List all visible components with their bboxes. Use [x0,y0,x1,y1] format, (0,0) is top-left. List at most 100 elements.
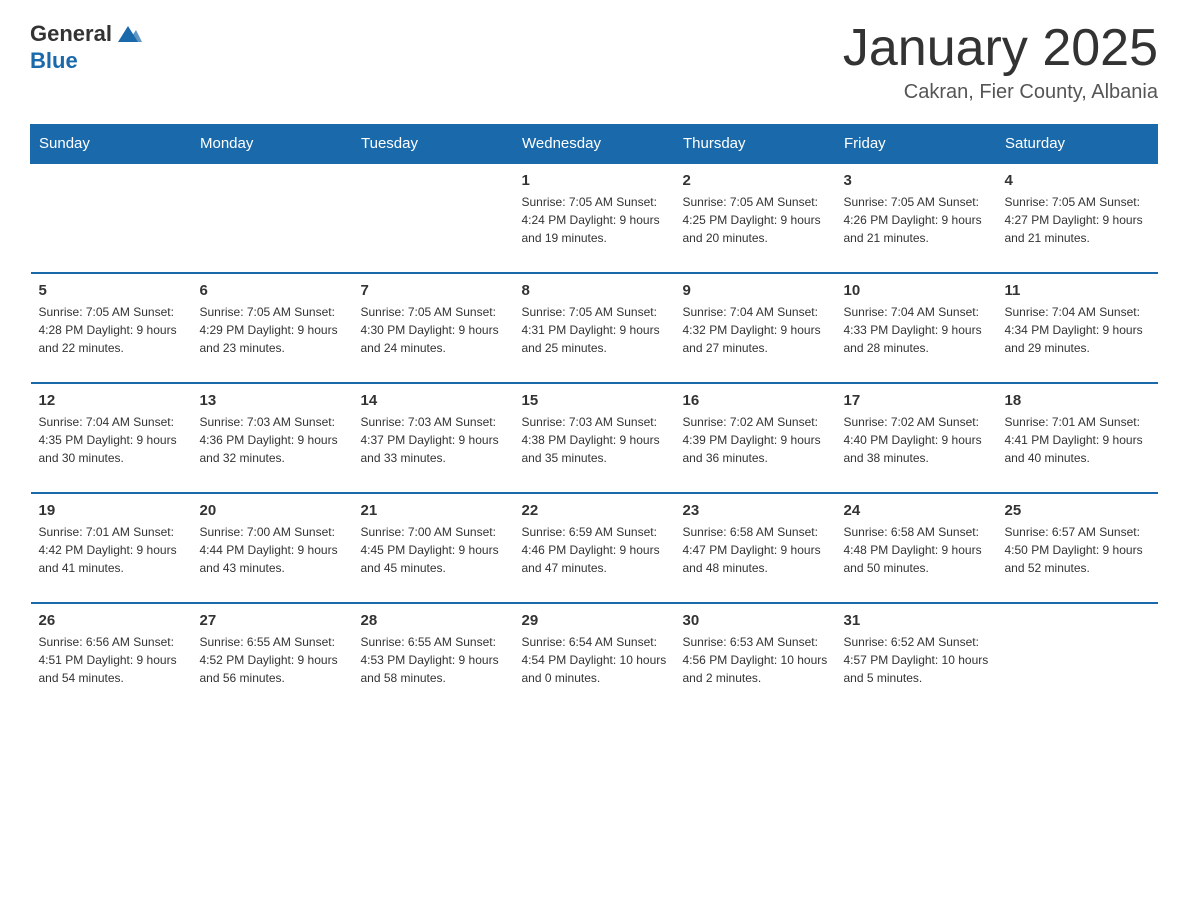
calendar-cell: 6 Sunrise: 7:05 AM Sunset: 4:29 PM Daylig… [192,273,353,383]
day-number: 13 [200,392,345,409]
calendar-cell: 31 Sunrise: 6:52 AM Sunset: 4:57 PM Dayli… [836,603,997,713]
day-number: 3 [844,172,989,189]
calendar-day-header: Tuesday [353,125,514,164]
calendar-day-header: Wednesday [514,125,675,164]
calendar-cell: 16 Sunrise: 7:02 AM Sunset: 4:39 PM Dayli… [675,383,836,493]
day-info: Sunrise: 7:03 AM Sunset: 4:37 PM Dayligh… [361,413,506,467]
day-number: 28 [361,612,506,629]
calendar-cell: 10Sunrise: 7:04 AM Sunset: 4:33 PM Dayli… [836,273,997,383]
day-number: 9 [683,282,828,299]
day-info: Sunrise: 7:05 AM Sunset: 4:24 PM Dayligh… [522,193,667,247]
day-number: 16 [683,392,828,409]
day-info: Sunrise: 6:55 AM Sunset: 4:52 PM Dayligh… [200,633,345,687]
day-info: Sunrise: 7:01 AM Sunset: 4:41 PM Dayligh… [1005,413,1150,467]
calendar-body: 1Sunrise: 7:05 AM Sunset: 4:24 PM Daylig… [31,163,1158,713]
day-info: Sunrise: 7:02 AM Sunset: 4:39 PM Dayligh… [683,413,828,467]
calendar-cell: 29Sunrise: 6:54 AM Sunset: 4:54 PM Dayli… [514,603,675,713]
calendar-cell: 7 Sunrise: 7:05 AM Sunset: 4:30 PM Daylig… [353,273,514,383]
day-number: 10 [844,282,989,299]
logo-blue-text: Blue [30,48,78,74]
title-section: January 2025 Cakran, Fier County, Albani… [843,20,1158,104]
calendar-cell [31,163,192,273]
day-info: Sunrise: 7:05 AM Sunset: 4:31 PM Dayligh… [522,303,667,357]
calendar-cell: 17 Sunrise: 7:02 AM Sunset: 4:40 PM Dayli… [836,383,997,493]
calendar-cell: 12 Sunrise: 7:04 AM Sunset: 4:35 PM Dayli… [31,383,192,493]
day-info: Sunrise: 7:04 AM Sunset: 4:32 PM Dayligh… [683,303,828,357]
day-number: 7 [361,282,506,299]
calendar-cell [353,163,514,273]
day-info: Sunrise: 7:04 AM Sunset: 4:34 PM Dayligh… [1005,303,1150,357]
day-number: 27 [200,612,345,629]
day-number: 23 [683,502,828,519]
calendar-cell: 22 Sunrise: 6:59 AM Sunset: 4:46 PM Dayli… [514,493,675,603]
day-number: 31 [844,612,989,629]
calendar-cell: 9 Sunrise: 7:04 AM Sunset: 4:32 PM Daylig… [675,273,836,383]
subtitle: Cakran, Fier County, Albania [843,81,1158,104]
calendar-week-row: 12 Sunrise: 7:04 AM Sunset: 4:35 PM Dayli… [31,383,1158,493]
calendar-header-row: SundayMondayTuesdayWednesdayThursdayFrid… [31,125,1158,164]
day-info: Sunrise: 7:01 AM Sunset: 4:42 PM Dayligh… [39,523,184,577]
day-info: Sunrise: 7:03 AM Sunset: 4:38 PM Dayligh… [522,413,667,467]
day-info: Sunrise: 7:03 AM Sunset: 4:36 PM Dayligh… [200,413,345,467]
calendar-cell: 15 Sunrise: 7:03 AM Sunset: 4:38 PM Dayli… [514,383,675,493]
day-number: 22 [522,502,667,519]
calendar-cell: 8 Sunrise: 7:05 AM Sunset: 4:31 PM Daylig… [514,273,675,383]
day-info: Sunrise: 6:56 AM Sunset: 4:51 PM Dayligh… [39,633,184,687]
logo-icon [114,20,142,48]
day-info: Sunrise: 6:57 AM Sunset: 4:50 PM Dayligh… [1005,523,1150,577]
calendar-week-row: 19Sunrise: 7:01 AM Sunset: 4:42 PM Dayli… [31,493,1158,603]
day-info: Sunrise: 7:05 AM Sunset: 4:25 PM Dayligh… [683,193,828,247]
day-number: 20 [200,502,345,519]
calendar-day-header: Saturday [997,125,1158,164]
day-info: Sunrise: 6:58 AM Sunset: 4:47 PM Dayligh… [683,523,828,577]
day-number: 8 [522,282,667,299]
day-number: 4 [1005,172,1150,189]
calendar-cell: 28 Sunrise: 6:55 AM Sunset: 4:53 PM Dayli… [353,603,514,713]
calendar-cell: 2Sunrise: 7:05 AM Sunset: 4:25 PM Daylig… [675,163,836,273]
calendar-cell: 20Sunrise: 7:00 AM Sunset: 4:44 PM Dayli… [192,493,353,603]
day-number: 12 [39,392,184,409]
calendar-cell: 26 Sunrise: 6:56 AM Sunset: 4:51 PM Dayli… [31,603,192,713]
day-number: 18 [1005,392,1150,409]
calendar-cell: 21 Sunrise: 7:00 AM Sunset: 4:45 PM Dayli… [353,493,514,603]
calendar-day-header: Monday [192,125,353,164]
day-info: Sunrise: 7:05 AM Sunset: 4:28 PM Dayligh… [39,303,184,357]
calendar-cell [192,163,353,273]
day-number: 5 [39,282,184,299]
day-info: Sunrise: 7:00 AM Sunset: 4:45 PM Dayligh… [361,523,506,577]
calendar-week-row: 5 Sunrise: 7:05 AM Sunset: 4:28 PM Daylig… [31,273,1158,383]
calendar-cell: 4Sunrise: 7:05 AM Sunset: 4:27 PM Daylig… [997,163,1158,273]
day-number: 26 [39,612,184,629]
calendar-header: SundayMondayTuesdayWednesdayThursdayFrid… [31,125,1158,164]
logo: General Blue [30,20,142,74]
day-number: 15 [522,392,667,409]
page-title: January 2025 [843,20,1158,77]
page-header: General Blue January 2025 Cakran, Fier C… [30,20,1158,104]
calendar-cell: 11 Sunrise: 7:04 AM Sunset: 4:34 PM Dayli… [997,273,1158,383]
day-number: 24 [844,502,989,519]
calendar-cell: 24 Sunrise: 6:58 AM Sunset: 4:48 PM Dayli… [836,493,997,603]
day-info: Sunrise: 7:04 AM Sunset: 4:35 PM Dayligh… [39,413,184,467]
calendar-day-header: Thursday [675,125,836,164]
day-number: 21 [361,502,506,519]
logo-general-text: General [30,21,112,47]
calendar-cell: 13 Sunrise: 7:03 AM Sunset: 4:36 PM Dayli… [192,383,353,493]
day-info: Sunrise: 7:05 AM Sunset: 4:29 PM Dayligh… [200,303,345,357]
day-number: 29 [522,612,667,629]
calendar-cell: 30Sunrise: 6:53 AM Sunset: 4:56 PM Dayli… [675,603,836,713]
calendar-day-header: Sunday [31,125,192,164]
day-info: Sunrise: 6:52 AM Sunset: 4:57 PM Dayligh… [844,633,989,687]
calendar-cell: 14Sunrise: 7:03 AM Sunset: 4:37 PM Dayli… [353,383,514,493]
day-info: Sunrise: 6:58 AM Sunset: 4:48 PM Dayligh… [844,523,989,577]
day-number: 6 [200,282,345,299]
day-number: 30 [683,612,828,629]
calendar-cell: 1Sunrise: 7:05 AM Sunset: 4:24 PM Daylig… [514,163,675,273]
day-info: Sunrise: 6:55 AM Sunset: 4:53 PM Dayligh… [361,633,506,687]
day-info: Sunrise: 6:59 AM Sunset: 4:46 PM Dayligh… [522,523,667,577]
calendar-week-row: 1Sunrise: 7:05 AM Sunset: 4:24 PM Daylig… [31,163,1158,273]
day-number: 17 [844,392,989,409]
day-number: 11 [1005,282,1150,299]
day-info: Sunrise: 7:05 AM Sunset: 4:30 PM Dayligh… [361,303,506,357]
day-info: Sunrise: 7:02 AM Sunset: 4:40 PM Dayligh… [844,413,989,467]
day-number: 25 [1005,502,1150,519]
